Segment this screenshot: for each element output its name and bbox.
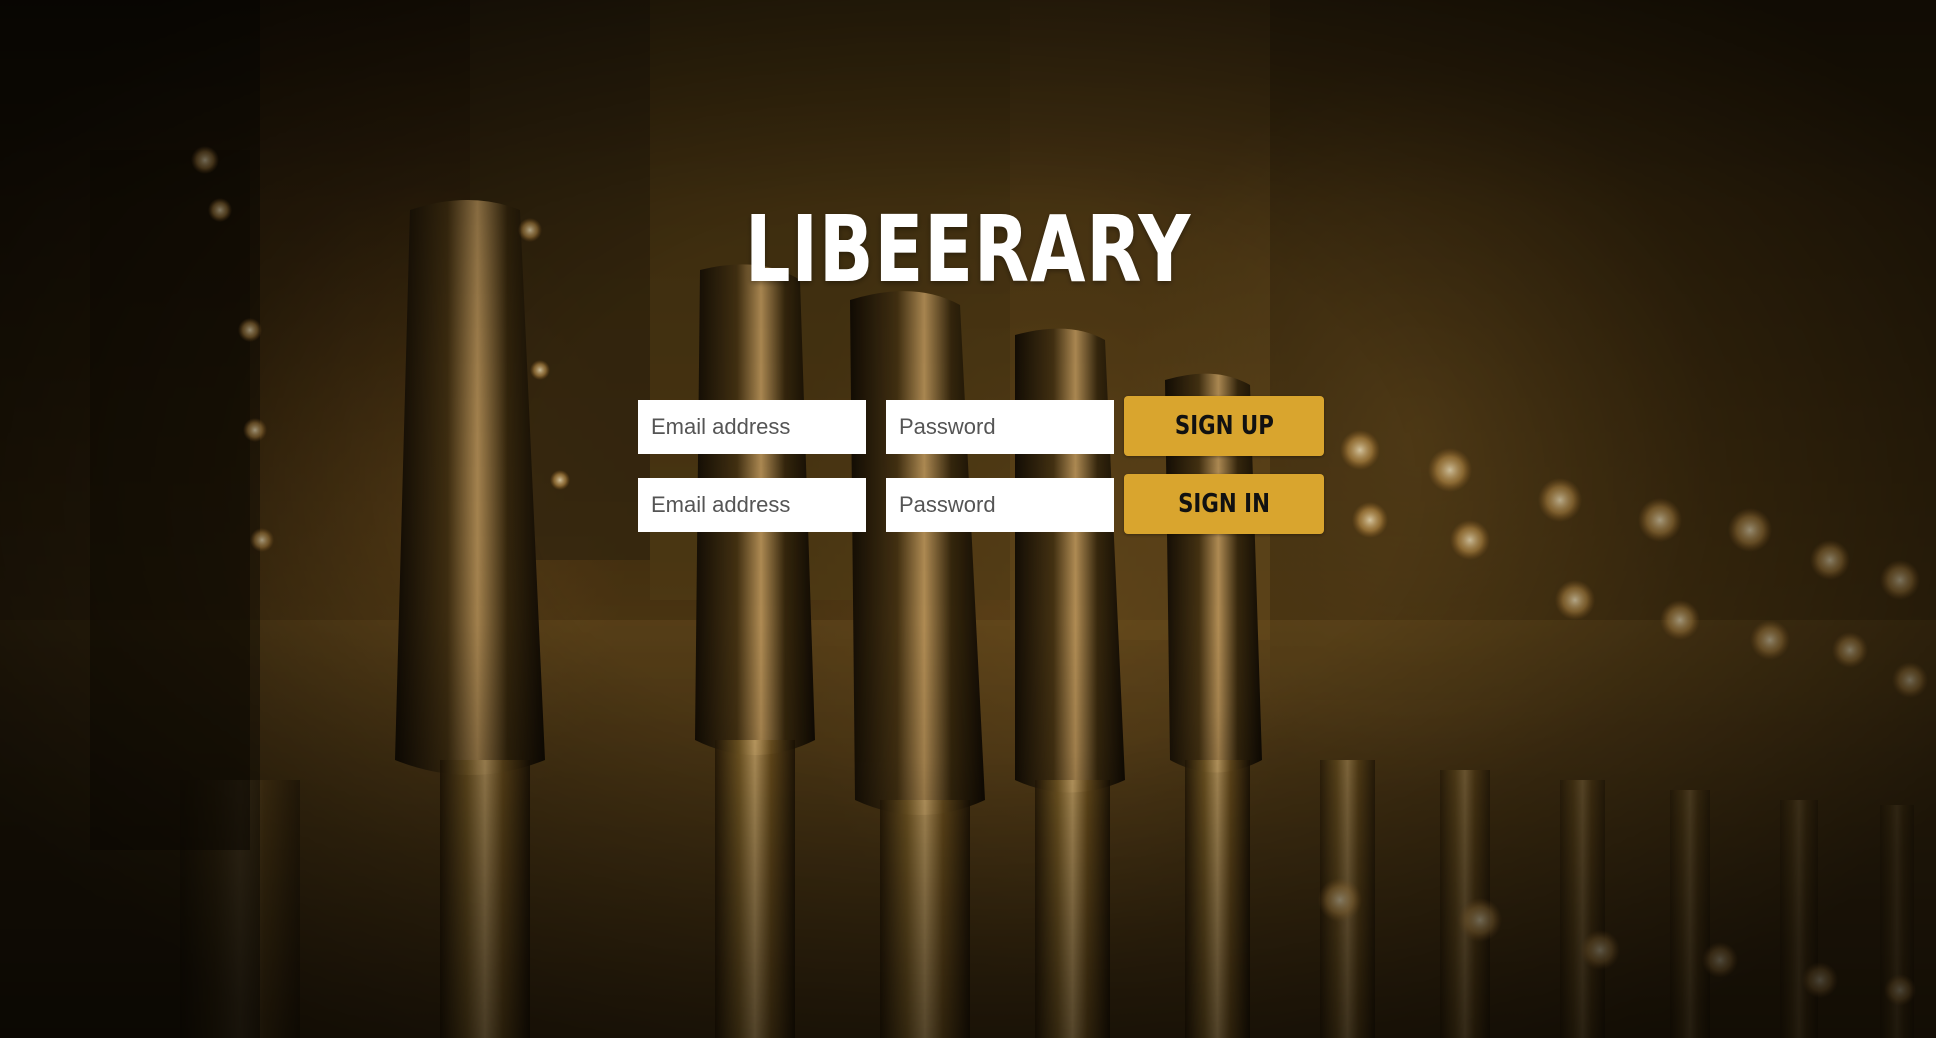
sign-up-button[interactable]: SIGN UP xyxy=(1124,396,1324,456)
signup-form: SIGN UP xyxy=(638,396,1324,456)
sign-in-button[interactable]: SIGN IN xyxy=(1124,474,1324,534)
landing-page: LIBEERARY SIGN UP SIGN IN xyxy=(0,0,1936,1038)
sign-up-button-label: SIGN UP xyxy=(1174,411,1274,441)
signin-email-input[interactable] xyxy=(638,478,866,532)
auth-container: LIBEERARY SIGN UP SIGN IN xyxy=(0,0,1936,1038)
signin-password-input[interactable] xyxy=(886,478,1114,532)
signin-form: SIGN IN xyxy=(638,474,1324,534)
signup-password-input[interactable] xyxy=(886,400,1114,454)
signup-email-input[interactable] xyxy=(638,400,866,454)
brand-logo: LIBEERARY xyxy=(744,196,1192,303)
sign-in-button-label: SIGN IN xyxy=(1178,489,1270,519)
